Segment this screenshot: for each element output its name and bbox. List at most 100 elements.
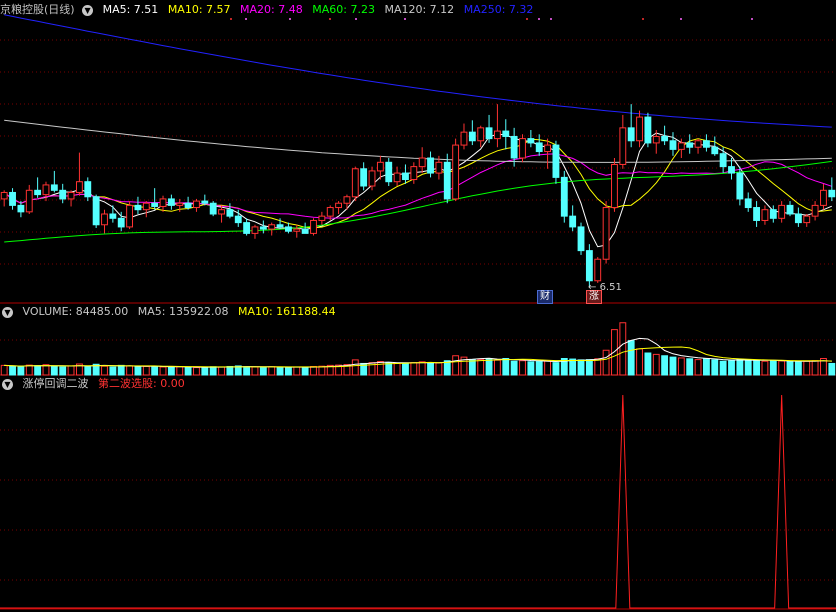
candle-body: [427, 157, 434, 174]
volume-bar: [418, 361, 426, 376]
volume-bar: [142, 365, 150, 376]
volume-bar: [167, 366, 175, 376]
candle-body: [811, 204, 819, 217]
event-dot: [245, 18, 247, 20]
volume-bar: [652, 353, 660, 376]
candle-body: [611, 163, 618, 209]
volume-bar: [828, 362, 836, 376]
signal-line: [0, 394, 836, 609]
volume-bar: [669, 356, 677, 376]
candle-body: [728, 166, 735, 174]
candle-body: [368, 170, 376, 187]
candle-body: [552, 144, 560, 178]
candle-body: [201, 200, 209, 204]
volume-bar: [351, 359, 359, 376]
volume-bar: [736, 358, 744, 376]
candle-body: [761, 209, 769, 221]
candle-body: [67, 191, 75, 200]
candle-body: [627, 127, 635, 142]
candle-body: [193, 200, 200, 209]
candle-body: [468, 131, 476, 142]
low-price-marker: ← 6.51: [588, 282, 622, 293]
candle-body: [485, 127, 493, 140]
candle-body: [602, 207, 610, 260]
event-dot: [230, 18, 232, 20]
candle-body: [753, 207, 761, 221]
volume-bar: [67, 365, 75, 376]
kline-chart[interactable]: [0, 0, 836, 612]
candle-body: [84, 181, 92, 198]
candle-body: [460, 131, 468, 146]
candle-body: [101, 213, 108, 226]
candle-body: [585, 250, 593, 282]
candle-body: [702, 140, 710, 148]
volume-bar: [134, 366, 142, 376]
volume-bar: [410, 362, 418, 376]
volume-bar: [753, 359, 761, 376]
volume-bar: [218, 366, 225, 376]
candle-body: [794, 213, 802, 224]
candle-body: [719, 153, 727, 168]
volume-bar: [159, 366, 167, 376]
volume-bar: [284, 367, 292, 376]
cai-event-tag[interactable]: 财: [537, 290, 553, 304]
candle-body: [318, 215, 326, 221]
volume-bar: [569, 358, 577, 376]
candle-body: [376, 161, 384, 172]
volume-bar: [627, 340, 635, 376]
volume-bar: [452, 355, 460, 376]
volume-bar: [42, 364, 50, 376]
volume-bar: [251, 366, 259, 376]
candle-body: [677, 142, 685, 150]
candle-body: [209, 202, 217, 215]
candle-body: [778, 204, 786, 219]
candle-body: [569, 215, 577, 228]
candle-body: [477, 127, 485, 142]
event-dot: [550, 18, 552, 20]
candle-body: [736, 172, 744, 200]
ma250-line: [4, 14, 832, 128]
candle-body: [343, 196, 351, 204]
volume-bar: [535, 361, 543, 376]
volume-bar: [493, 359, 501, 376]
candle-body: [326, 207, 334, 217]
volume-bar: [0, 364, 8, 376]
volume-bar: [393, 362, 401, 376]
candle-body: [251, 226, 259, 234]
candle-body: [402, 172, 409, 181]
candle-body: [435, 161, 443, 174]
volume-bar: [9, 365, 16, 376]
volume-bar: [201, 366, 209, 376]
candle-body: [335, 202, 343, 209]
event-dot: [526, 18, 528, 20]
candle-body: [243, 222, 251, 234]
volume-bar: [602, 349, 610, 376]
volume-bar: [385, 362, 393, 376]
candle-body: [126, 204, 134, 228]
candle-body: [34, 189, 42, 196]
candle-body: [310, 219, 317, 234]
volume-bar: [719, 360, 727, 376]
candle-body: [510, 135, 518, 159]
candle-body: [360, 168, 368, 187]
volume-bar: [711, 359, 719, 376]
volume-bar: [435, 362, 443, 376]
volume-bar: [109, 366, 117, 376]
candle-body: [293, 228, 301, 232]
volume-bar: [376, 361, 384, 376]
candle-body: [351, 168, 359, 198]
candle-body: [544, 144, 552, 153]
candle-body: [803, 215, 811, 224]
volume-bar: [485, 358, 493, 376]
event-dot: [751, 18, 753, 20]
candle-body: [142, 202, 150, 211]
event-dot: [538, 18, 540, 20]
volume-bar: [151, 365, 159, 376]
volume-bar: [117, 364, 125, 376]
volume-bar: [126, 365, 134, 376]
candle-body: [502, 130, 510, 137]
candle-body: [560, 176, 568, 217]
volume-bar: [477, 359, 485, 376]
volume-bar: [84, 366, 92, 376]
volume-bar: [677, 357, 685, 376]
